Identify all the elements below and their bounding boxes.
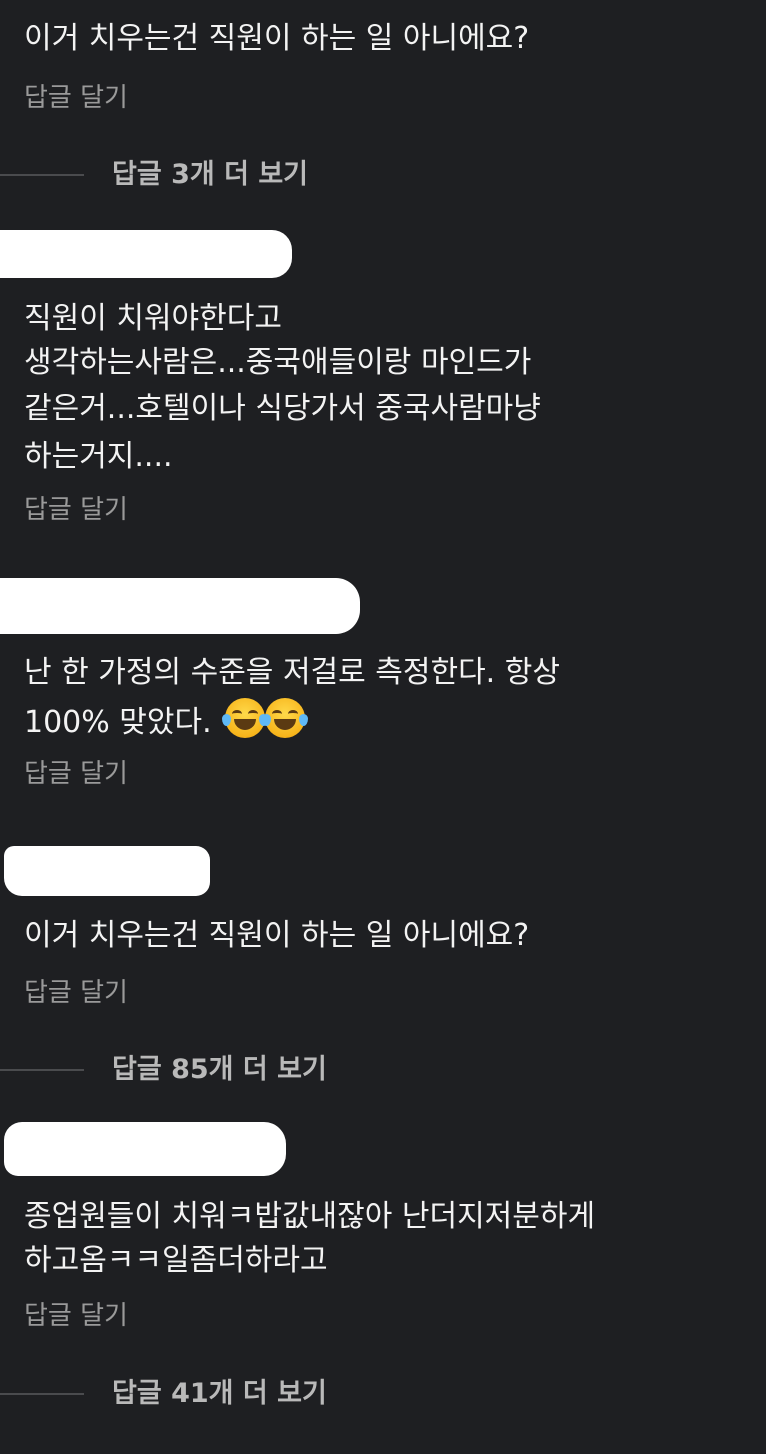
view-more-replies-button[interactable]: 답글 3개 더 보기 (0, 155, 766, 195)
redacted-username (0, 230, 292, 278)
redacted-username (0, 578, 360, 634)
view-more-replies-label: 답글 85개 더 보기 (112, 1054, 327, 1085)
comment-text: 생각하는사람은...중국애들이랑 마인드가 (24, 345, 532, 380)
comment-text: 직원이 치워야한다고 (24, 301, 282, 336)
comment-text: 종업원들이 치워ㅋ밥값내잖아 난더지저분하게 (24, 1199, 596, 1234)
comment-text: 이거 치우는건 직원이 하는 일 아니에요? (24, 918, 530, 953)
comment-text-line: 100% 맞았다. (24, 705, 212, 740)
face-with-tears-of-joy-icon (222, 698, 269, 738)
reply-button[interactable]: 답글 달기 (24, 494, 128, 526)
comment-text: 100% 맞았다. (24, 698, 309, 744)
divider-line (0, 174, 84, 176)
reply-button[interactable]: 답글 달기 (24, 1300, 128, 1332)
redacted-username (4, 1122, 286, 1176)
view-more-replies-button[interactable]: 답글 85개 더 보기 (0, 1050, 766, 1090)
redacted-username (4, 846, 210, 896)
comment-text: 이거 치우는건 직원이 하는 일 아니에요? (24, 21, 530, 56)
comment-text: 하는거지.... (24, 439, 173, 474)
reply-button[interactable]: 답글 달기 (24, 758, 128, 790)
comment-text: 하고옴ㅋㅋ일좀더하라고 (24, 1243, 328, 1278)
divider-line (0, 1069, 84, 1071)
view-more-replies-label: 답글 41개 더 보기 (112, 1378, 327, 1409)
face-with-tears-of-joy-icon (262, 698, 309, 738)
divider-line (0, 1393, 84, 1395)
reply-button[interactable]: 답글 달기 (24, 977, 128, 1009)
comment-text: 같은거...호텔이나 식당가서 중국사람마냥 (24, 391, 541, 426)
reply-button[interactable]: 답글 달기 (24, 82, 128, 114)
view-more-replies-label: 답글 3개 더 보기 (112, 159, 309, 190)
comment-text: 난 한 가정의 수준을 저걸로 측정한다. 항상 (24, 655, 560, 690)
view-more-replies-button[interactable]: 답글 41개 더 보기 (0, 1374, 766, 1414)
